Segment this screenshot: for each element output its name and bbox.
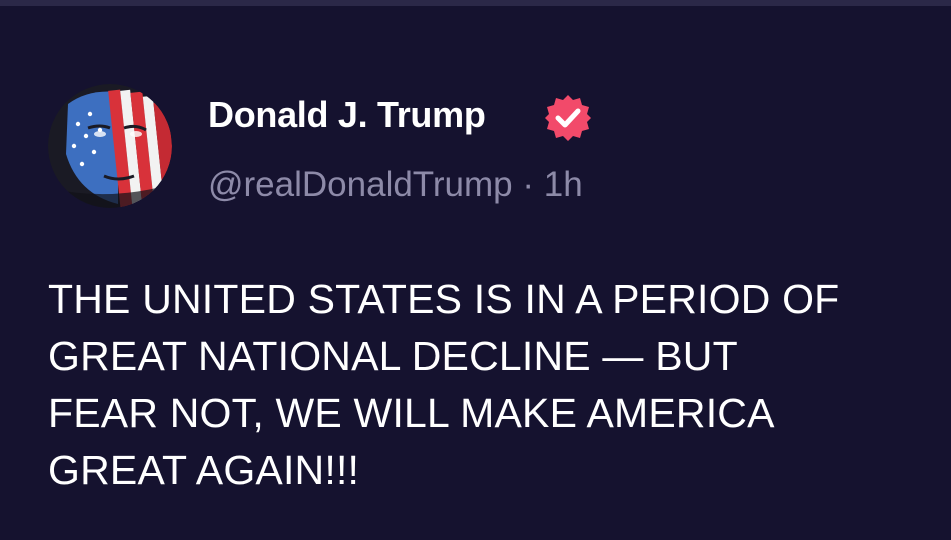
post-meta: @realDonaldTrump · 1h: [208, 163, 583, 207]
author-display-name[interactable]: Donald J. Trump: [208, 93, 486, 137]
post-timestamp[interactable]: 1h: [544, 165, 583, 204]
avatar-flag-portrait-icon: [48, 84, 172, 208]
verified-badge-icon: [543, 93, 593, 143]
post-card: Donald J. Trump @realDonaldTrump · 1h TH…: [0, 0, 951, 540]
meta-separator: ·: [512, 165, 544, 204]
author-handle[interactable]: @realDonaldTrump: [208, 165, 513, 204]
post-text: THE UNITED STATES IS IN A PERIOD OF GREA…: [48, 276, 840, 493]
avatar[interactable]: [48, 84, 172, 208]
